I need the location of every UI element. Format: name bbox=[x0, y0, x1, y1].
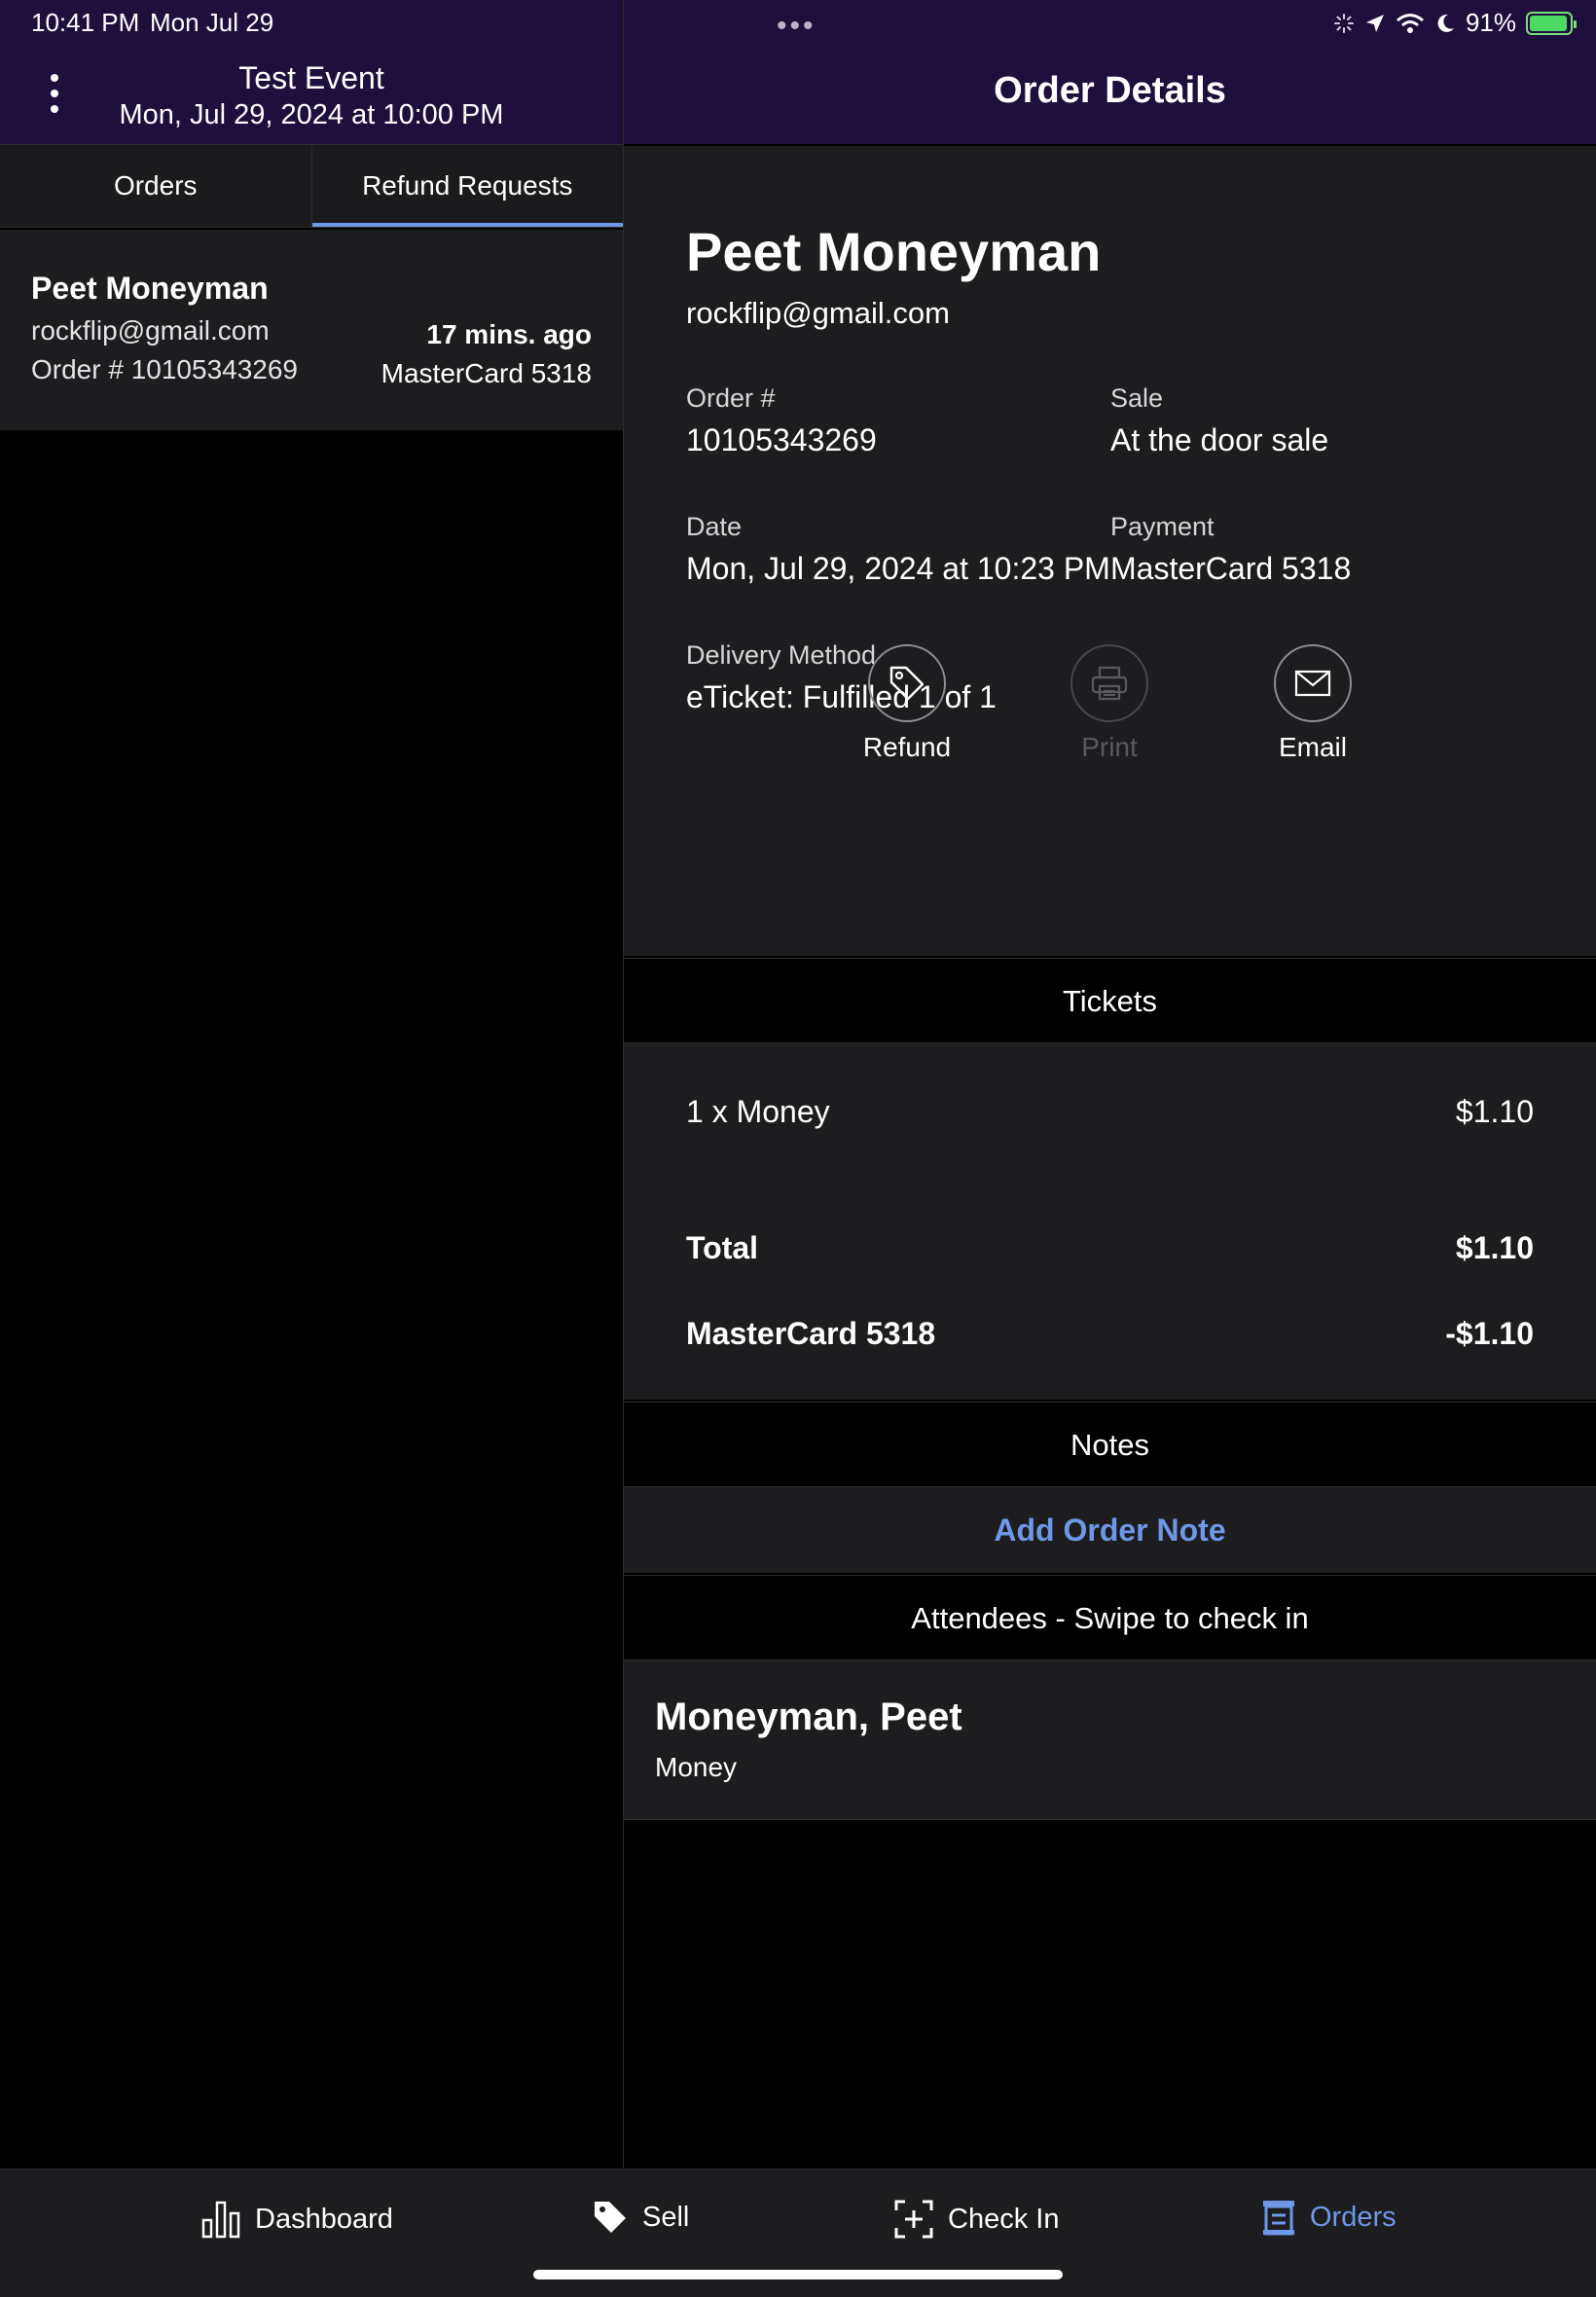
attendee-name: Moneyman, Peet bbox=[655, 1695, 962, 1738]
tickets-header: Tickets bbox=[624, 958, 1596, 1043]
customer-name: Peet Moneyman bbox=[686, 221, 1102, 282]
order-payment: MasterCard 5318 bbox=[381, 358, 592, 388]
print-button[interactable]: Print bbox=[1032, 644, 1187, 763]
order-number: Order # 10105343269 bbox=[31, 354, 298, 384]
order-list-item[interactable]: Peet Moneyman rockflip@gmail.com Order #… bbox=[0, 230, 623, 430]
notes-header: Notes bbox=[624, 1402, 1596, 1487]
date-label: Date bbox=[686, 512, 743, 541]
email-button[interactable]: Email bbox=[1235, 644, 1391, 763]
payment-label: Payment bbox=[1110, 512, 1215, 541]
printer-icon bbox=[1091, 666, 1128, 701]
payment-value: MasterCard 5318 bbox=[1110, 551, 1352, 586]
receipt-icon bbox=[1263, 2201, 1294, 2236]
tab-orders[interactable]: Orders bbox=[0, 145, 312, 227]
battery-percent: 91% bbox=[1465, 8, 1516, 37]
sale-label: Sale bbox=[1110, 383, 1164, 413]
order-actions: Refund Print Email bbox=[624, 644, 1596, 907]
battery-icon bbox=[1526, 11, 1577, 35]
nav-orders-label: Orders bbox=[1310, 2201, 1396, 2233]
date-value: Mon, Jul 29, 2024 at 10:23 PM bbox=[686, 551, 1110, 586]
moon-icon bbox=[1437, 14, 1454, 32]
payment-line-label: MasterCard 5318 bbox=[686, 1316, 936, 1351]
add-order-note-button[interactable]: Add Order Note bbox=[624, 1487, 1596, 1573]
nav-check-in-label: Check In bbox=[948, 2203, 1060, 2235]
tag-icon bbox=[595, 2202, 626, 2233]
nav-check-in[interactable]: Check In bbox=[893, 2199, 1059, 2240]
event-title: Test Event bbox=[238, 60, 384, 95]
tab-refund-requests[interactable]: Refund Requests bbox=[311, 145, 623, 227]
sale-value: At the door sale bbox=[1110, 422, 1329, 457]
order-time-ago: 17 mins. ago bbox=[426, 319, 592, 349]
top-bar: 10:41 PM Mon Jul 29 ••• 91% Test Event M… bbox=[0, 0, 1596, 144]
attendee-row[interactable]: Moneyman, Peet Money bbox=[624, 1660, 1596, 1820]
event-header: Test Event Mon, Jul 29, 2024 at 10:00 PM bbox=[0, 53, 623, 144]
page-title: Order Details bbox=[994, 70, 1226, 111]
payment-line-value: -$1.10 bbox=[1445, 1316, 1534, 1351]
ticket-item-price: $1.10 bbox=[1455, 1094, 1534, 1129]
home-indicator[interactable] bbox=[533, 2270, 1063, 2279]
tickets-summary: 1 x Money $1.10 Total $1.10 MasterCard 5… bbox=[624, 1043, 1596, 1400]
ticket-item: 1 x Money bbox=[686, 1094, 830, 1129]
bar-chart-icon bbox=[201, 2201, 240, 2239]
print-label: Print bbox=[1081, 732, 1138, 762]
event-date: Mon, Jul 29, 2024 at 10:00 PM bbox=[119, 99, 504, 130]
nav-orders[interactable]: Orders bbox=[1261, 2199, 1396, 2236]
activity-spinner-icon bbox=[1333, 13, 1354, 33]
wifi-icon bbox=[1396, 13, 1424, 33]
attendees-header: Attendees - Swipe to check in bbox=[624, 1575, 1596, 1660]
nav-sell-label: Sell bbox=[642, 2201, 690, 2233]
customer-email: rockflip@gmail.com bbox=[686, 296, 950, 330]
location-arrow-icon bbox=[1365, 14, 1384, 32]
scan-plus-icon bbox=[894, 2200, 933, 2239]
order-customer-name: Peet Moneyman bbox=[31, 271, 269, 306]
order-customer-email: rockflip@gmail.com bbox=[31, 315, 270, 346]
envelope-icon bbox=[1294, 670, 1331, 697]
refund-button[interactable]: Refund bbox=[829, 644, 985, 763]
multitasking-dots-icon[interactable]: ••• bbox=[777, 10, 816, 43]
order-detail-card: Peet Moneyman rockflip@gmail.com Order #… bbox=[624, 146, 1596, 956]
refund-label: Refund bbox=[862, 732, 952, 762]
status-date: Mon Jul 29 bbox=[150, 8, 274, 37]
tag-icon bbox=[889, 666, 925, 701]
order-number-value: 10105343269 bbox=[686, 422, 877, 457]
order-number-label: Order # bbox=[686, 383, 776, 413]
status-time: 10:41 PM bbox=[31, 8, 140, 37]
nav-dashboard[interactable]: Dashboard bbox=[200, 2199, 393, 2240]
order-tabs: Orders Refund Requests bbox=[0, 144, 623, 228]
nav-dashboard-label: Dashboard bbox=[255, 2203, 393, 2235]
email-label: Email bbox=[1278, 732, 1347, 762]
status-icons: 91% bbox=[1333, 8, 1577, 38]
total-value: $1.10 bbox=[1455, 1230, 1534, 1265]
nav-sell[interactable]: Sell bbox=[592, 2199, 689, 2236]
total-label: Total bbox=[686, 1230, 759, 1265]
attendee-ticket-type: Money bbox=[655, 1752, 738, 1782]
